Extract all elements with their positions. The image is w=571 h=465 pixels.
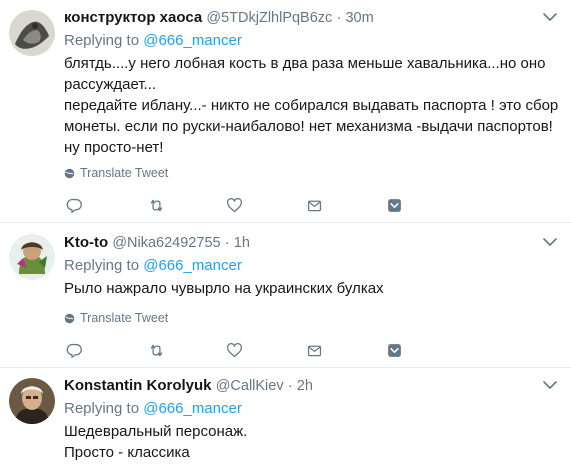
replying-to: Replying to @666_mancer xyxy=(64,399,559,419)
like-icon[interactable] xyxy=(224,340,244,360)
like-icon[interactable] xyxy=(224,195,244,215)
tweet[interactable]: конструктор хаоса @5TDkjZlhlPqB6zc · 30m… xyxy=(0,0,571,223)
replying-to: Replying to @666_mancer xyxy=(64,31,559,51)
tweet-header: Kto-to @Nika62492755 · 1h xyxy=(64,233,559,253)
dm-icon[interactable] xyxy=(304,195,324,215)
tweet-header: Konstantin Korolyuk @CallKiev · 2h xyxy=(64,376,559,396)
author-handle[interactable]: @Nika62492755 xyxy=(112,235,220,251)
tweet-text: блятдь....у него лобная кость в два раза… xyxy=(64,55,559,156)
retweet-icon[interactable] xyxy=(146,195,166,215)
translate-tweet-label: Translate Tweet xyxy=(80,166,169,180)
replying-to-mention[interactable]: @666_mancer xyxy=(143,32,242,49)
replying-to-label: Replying to xyxy=(64,257,140,274)
timestamp[interactable]: 30m xyxy=(345,10,373,26)
timestamp[interactable]: 2h xyxy=(297,378,313,394)
tweet-text: Рыло нажрало чувырло на украинских булка… xyxy=(64,280,384,297)
dm-icon[interactable] xyxy=(304,340,324,360)
chevron-down-icon[interactable] xyxy=(541,10,559,24)
tweet[interactable]: Konstantin Korolyuk @CallKiev · 2h Reply… xyxy=(0,368,571,465)
tweet[interactable]: Kto-to @Nika62492755 · 1h Replying to @6… xyxy=(0,223,571,368)
tweet-actions xyxy=(64,195,424,215)
add-to-moment-icon[interactable] xyxy=(384,340,404,360)
author-name[interactable]: конструктор хаоса xyxy=(64,9,202,26)
separator: · xyxy=(224,235,230,251)
avatar[interactable] xyxy=(9,234,55,280)
separator: · xyxy=(336,10,342,26)
chevron-down-icon[interactable] xyxy=(541,235,559,249)
replying-to-mention[interactable]: @666_mancer xyxy=(143,400,242,417)
avatar[interactable] xyxy=(9,10,55,56)
separator: · xyxy=(287,378,293,394)
tweet-actions xyxy=(64,340,424,360)
globe-icon xyxy=(64,168,75,178)
replying-to-label: Replying to xyxy=(64,400,140,417)
author-handle[interactable]: @CallKiev xyxy=(216,378,284,394)
replying-to: Replying to @666_mancer xyxy=(64,256,559,276)
timestamp[interactable]: 1h xyxy=(234,235,250,251)
author-handle[interactable]: @5TDkjZlhlPqB6zc xyxy=(206,10,332,26)
tweet-header: конструктор хаоса @5TDkjZlhlPqB6zc · 30m xyxy=(64,8,559,28)
translate-tweet-link[interactable]: Translate Tweet xyxy=(64,165,168,181)
author-name[interactable]: Kto-to xyxy=(64,234,108,251)
retweet-icon[interactable] xyxy=(146,340,166,360)
reply-icon[interactable] xyxy=(64,195,84,215)
reply-icon[interactable] xyxy=(64,340,84,360)
author-name[interactable]: Konstantin Korolyuk xyxy=(64,377,212,394)
tweet-text: Шедевральный персонаж. Просто - классика xyxy=(64,423,248,461)
add-to-moment-icon[interactable] xyxy=(384,195,404,215)
replying-to-mention[interactable]: @666_mancer xyxy=(143,257,242,274)
replying-to-label: Replying to xyxy=(64,32,140,49)
avatar[interactable] xyxy=(9,378,55,424)
translate-tweet-link[interactable]: Translate Tweet xyxy=(64,310,168,326)
chevron-down-icon[interactable] xyxy=(541,378,559,392)
translate-tweet-label: Translate Tweet xyxy=(80,311,169,325)
globe-icon xyxy=(64,313,75,323)
